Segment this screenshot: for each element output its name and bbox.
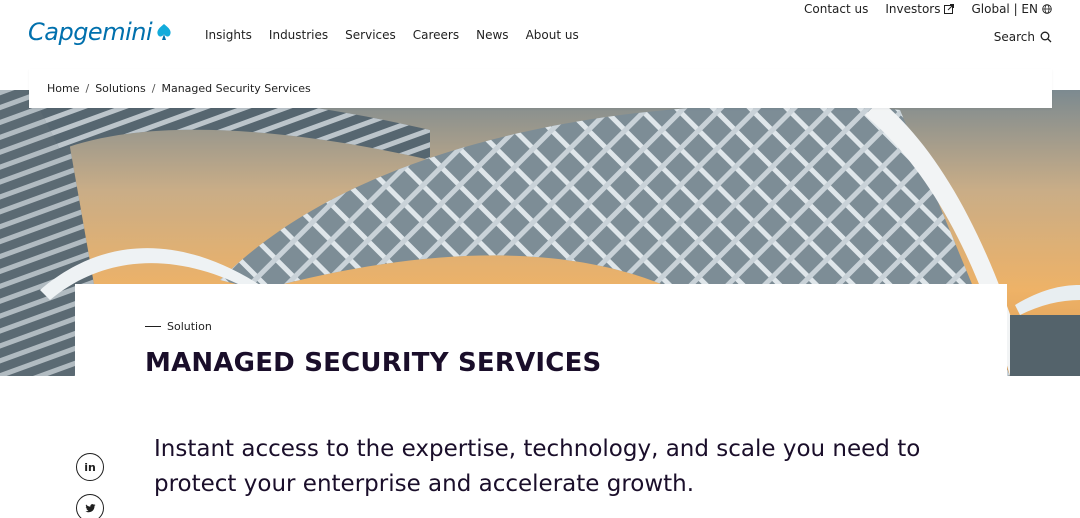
title-card: Solution MANAGED SECURITY SERVICES <box>75 284 1007 394</box>
nav-services[interactable]: Services <box>345 28 396 42</box>
capgemini-logo[interactable]: Capgemini <box>28 18 174 46</box>
linkedin-icon: in <box>84 460 96 474</box>
language-label: Global | EN <box>971 2 1038 16</box>
contact-us-label: Contact us <box>804 2 869 16</box>
logo-text: Capgemini <box>28 18 153 46</box>
twitter-share-button[interactable] <box>76 494 104 518</box>
external-link-icon <box>944 4 955 14</box>
language-selector[interactable]: Global | EN <box>971 2 1052 16</box>
nav-industries[interactable]: Industries <box>269 28 328 42</box>
contact-us-link[interactable]: Contact us <box>804 2 868 16</box>
breadcrumb-current: Managed Security Services <box>161 82 311 95</box>
nav-insights[interactable]: Insights <box>205 28 252 42</box>
spade-logo-icon <box>157 24 171 40</box>
nav-about-us[interactable]: About us <box>526 28 579 42</box>
nav-careers[interactable]: Careers <box>413 28 459 42</box>
nav-news[interactable]: News <box>476 28 508 42</box>
intro-text: Instant access to the expertise, technol… <box>154 436 921 497</box>
breadcrumb-separator: / <box>151 82 156 95</box>
eyebrow-dash <box>145 326 161 327</box>
investors-link[interactable]: Investors <box>885 2 955 16</box>
utility-nav: Contact us Investors Global | EN <box>804 2 1052 16</box>
search-icon <box>1040 31 1052 43</box>
linkedin-share-button[interactable]: in <box>76 453 104 481</box>
social-share: in <box>76 453 104 518</box>
breadcrumb: Home / Solutions / Managed Security Serv… <box>29 69 1052 108</box>
twitter-icon <box>84 503 96 512</box>
main-nav: Insights Industries Services Careers New… <box>205 28 579 42</box>
breadcrumb-solutions[interactable]: Solutions <box>95 82 146 95</box>
breadcrumb-home[interactable]: Home <box>47 82 79 95</box>
search-button[interactable]: Search <box>994 30 1052 44</box>
eyebrow-label: Solution <box>167 320 212 333</box>
eyebrow: Solution <box>145 320 212 333</box>
search-label: Search <box>993 30 1035 44</box>
globe-icon <box>1042 4 1052 14</box>
page-title: MANAGED SECURITY SERVICES <box>145 348 602 378</box>
investors-label: Investors <box>885 2 941 16</box>
breadcrumb-separator: / <box>85 82 90 95</box>
